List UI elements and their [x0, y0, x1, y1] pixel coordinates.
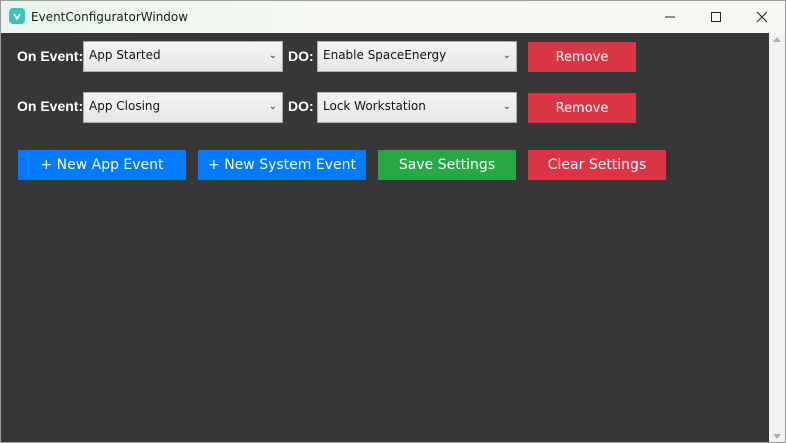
save-settings-button[interactable]: Save Settings	[378, 150, 516, 180]
event-select[interactable]: App Closing ⌄	[83, 92, 283, 123]
chevron-down-icon: ⌄	[268, 101, 277, 112]
title-bar[interactable]: EventConfiguratorWindow	[1, 1, 785, 33]
event-select[interactable]: App Started ⌄	[83, 41, 283, 72]
chevron-down-icon: ⌄	[268, 50, 277, 61]
window-title: EventConfiguratorWindow	[31, 10, 189, 24]
do-label: DO:	[288, 48, 314, 64]
do-label: DO:	[288, 98, 314, 114]
chevron-down-icon: ⌄	[502, 101, 511, 112]
event-configurator-window: EventConfiguratorWindow On Event: App St…	[0, 0, 786, 443]
event-select-value: App Closing	[89, 99, 161, 113]
event-select-value: App Started	[89, 48, 161, 62]
on-event-label: On Event:	[17, 98, 84, 114]
action-select-value: Enable SpaceEnergy	[323, 48, 447, 62]
clear-settings-button[interactable]: Clear Settings	[528, 150, 666, 180]
action-select-value: Lock Workstation	[323, 99, 426, 113]
action-select[interactable]: Lock Workstation ⌄	[317, 92, 517, 123]
close-button[interactable]	[739, 1, 785, 33]
chevron-down-icon: ⌄	[502, 50, 511, 61]
on-event-label: On Event:	[17, 48, 84, 64]
maximize-button[interactable]	[693, 1, 739, 33]
new-app-event-button[interactable]: + New App Event	[18, 150, 186, 180]
scroll-up-icon[interactable]	[773, 37, 781, 42]
vertical-scrollbar[interactable]	[769, 33, 785, 442]
remove-button[interactable]: Remove	[528, 93, 636, 123]
new-system-event-button[interactable]: + New System Event	[198, 150, 366, 180]
remove-button[interactable]: Remove	[528, 42, 636, 72]
minimize-icon	[665, 16, 675, 18]
app-logo-icon	[9, 8, 25, 24]
scroll-down-icon[interactable]	[773, 434, 781, 439]
main-content: On Event: App Started ⌄ DO: Enable Space…	[1, 33, 769, 442]
action-select[interactable]: Enable SpaceEnergy ⌄	[317, 41, 517, 72]
close-icon	[756, 11, 768, 23]
minimize-button[interactable]	[647, 1, 693, 33]
maximize-icon	[711, 12, 721, 22]
